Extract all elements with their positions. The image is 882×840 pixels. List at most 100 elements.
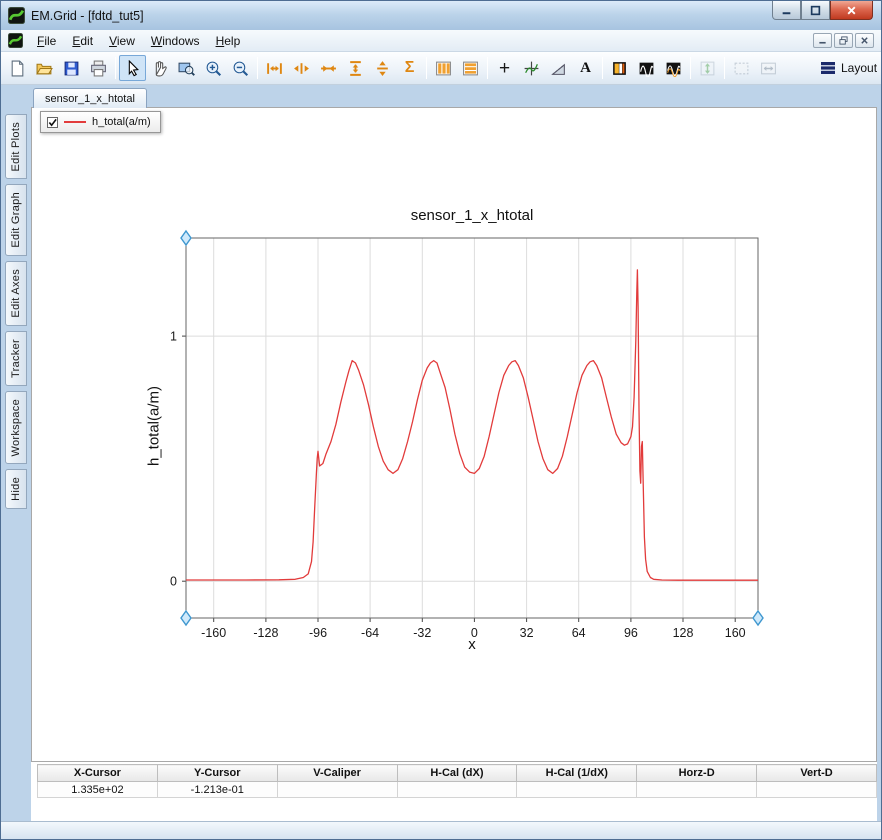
expand-width-icon: [294, 62, 309, 74]
pan-hand-icon: [155, 60, 167, 76]
waveforms-icon: [666, 62, 681, 77]
shrink-width-icon: [321, 64, 336, 72]
rows-icon: [463, 61, 478, 75]
toolbar-separator: [115, 57, 116, 79]
zoom-window-button[interactable]: [173, 55, 200, 81]
frame-button[interactable]: [728, 55, 755, 81]
mdi-close-button[interactable]: [855, 33, 874, 48]
check-icon: [48, 118, 57, 126]
fit-height-button[interactable]: [342, 55, 369, 81]
colormap-button[interactable]: [606, 55, 633, 81]
menu-windows[interactable]: Windows: [143, 31, 208, 51]
chart-x-axis-label: x: [468, 636, 476, 653]
slope-triangle-icon: [551, 63, 565, 75]
legend-checkbox[interactable]: [47, 116, 58, 128]
zoom-out-button[interactable]: [227, 55, 254, 81]
toolbar-separator: [487, 57, 488, 79]
waveforms-button[interactable]: [660, 55, 687, 81]
sum-button[interactable]: Σ: [396, 55, 423, 81]
mdi-minimize-icon: [819, 41, 826, 44]
columns-view-button[interactable]: [430, 55, 457, 81]
waveform-button[interactable]: [633, 55, 660, 81]
fit-vertical-green-icon: [700, 61, 715, 75]
sidebar-tab-tracker[interactable]: Tracker: [5, 330, 27, 386]
expand-width-button[interactable]: [288, 55, 315, 81]
crosshair-button[interactable]: +: [491, 55, 518, 81]
readout-header: Horz-D: [636, 764, 758, 782]
layout-button-label: Layout: [841, 61, 878, 75]
open-file-button[interactable]: [31, 55, 58, 81]
readout-value: -1.213e-01: [156, 781, 278, 798]
expand-height-button[interactable]: [369, 55, 396, 81]
sidebar-tab-label: Edit Graph: [10, 192, 22, 249]
sidebar-tab-hide[interactable]: Hide: [5, 469, 27, 509]
pan-tool-button[interactable]: [146, 55, 173, 81]
menu-edit[interactable]: Edit: [64, 31, 101, 51]
readout-value-row: 1.335e+02 -1.213e-01: [37, 781, 877, 798]
mdi-minimize-button[interactable]: [813, 33, 832, 48]
colormap-icon: [613, 61, 626, 75]
document-tab-bar: sensor_1_x_htotal: [31, 85, 877, 108]
menu-view[interactable]: View: [101, 31, 143, 51]
document-logo-icon: [8, 33, 23, 48]
readout-value: 1.335e+02: [37, 781, 158, 798]
minimize-icon: [782, 11, 791, 14]
sidebar-tab-edit-axes[interactable]: Edit Axes: [5, 261, 27, 326]
zoom-in-button[interactable]: [200, 55, 227, 81]
fit-horizontal-gray-button[interactable]: [755, 55, 782, 81]
sidebar-tab-workspace[interactable]: Workspace: [5, 390, 27, 465]
mdi-restore-button[interactable]: [834, 33, 853, 48]
print-button[interactable]: [85, 55, 112, 81]
columns-icon: [436, 61, 451, 75]
frame-icon: [734, 62, 749, 74]
axes-plot-button[interactable]: [518, 55, 545, 81]
title-bar: EM.Grid - [fdtd_tut5]: [1, 1, 881, 30]
close-button[interactable]: [830, 1, 873, 20]
readout-header: Vert-D: [756, 764, 877, 782]
axes-plot-icon: [524, 61, 539, 75]
readout-header: V-Caliper: [276, 764, 398, 782]
toolbar-separator: [602, 57, 603, 79]
new-file-icon: [11, 60, 24, 76]
save-button[interactable]: [58, 55, 85, 81]
rows-view-button[interactable]: [457, 55, 484, 81]
mdi-close-icon: [861, 37, 868, 44]
app-window: EM.Grid - [fdtd_tut5] File Edit View Win…: [0, 0, 882, 840]
menu-file[interactable]: File: [29, 31, 64, 51]
fit-vertical-green-button[interactable]: [694, 55, 721, 81]
readout-header-row: X-Cursor Y-Cursor V-Caliper H-Cal (dX) H…: [37, 764, 877, 782]
layout-icon: [821, 62, 835, 74]
select-tool-button[interactable]: [119, 55, 146, 81]
fit-width-button[interactable]: [261, 55, 288, 81]
maximize-button[interactable]: [801, 1, 830, 20]
fit-height-icon: [350, 60, 361, 76]
waveform-icon: [639, 62, 654, 77]
readout-value: [756, 781, 877, 798]
layout-button[interactable]: Layout: [816, 58, 881, 78]
cursor-readout-table: X-Cursor Y-Cursor V-Caliper H-Cal (dX) H…: [37, 764, 877, 798]
text-label-button[interactable]: A: [572, 55, 599, 81]
legend-box: h_total(a/m): [40, 111, 161, 133]
document-area: sensor_1_x_htotal h_total(a/m) -160 -128-…: [31, 85, 877, 821]
minimize-button[interactable]: [772, 1, 801, 20]
toolbar-separator: [257, 57, 258, 79]
slope-tool-button[interactable]: [545, 55, 572, 81]
zoom-out-icon: [233, 61, 249, 76]
shrink-width-button[interactable]: [315, 55, 342, 81]
main-region: Edit Plots Edit Graph Edit Axes Tracker …: [1, 85, 881, 821]
new-file-button[interactable]: [4, 55, 31, 81]
fit-width-icon: [267, 62, 282, 74]
sidebar-tab-edit-plots[interactable]: Edit Plots: [5, 114, 27, 180]
text-label-icon: A: [580, 59, 591, 76]
sidebar-tab-edit-graph[interactable]: Edit Graph: [5, 184, 27, 257]
sidebar-tab-label: Hide: [10, 477, 22, 501]
menu-help[interactable]: Help: [208, 31, 249, 51]
document-tab[interactable]: sensor_1_x_htotal: [33, 88, 147, 108]
expand-height-icon: [377, 60, 388, 76]
readout-header: H-Cal (1/dX): [516, 764, 638, 782]
toolbar-separator: [724, 57, 725, 79]
sidebar-tab-label: Edit Axes: [10, 269, 22, 318]
sidebar-tab-label: Edit Plots: [10, 122, 22, 172]
svg-text:1: 1: [170, 330, 177, 344]
open-folder-icon: [36, 63, 53, 74]
